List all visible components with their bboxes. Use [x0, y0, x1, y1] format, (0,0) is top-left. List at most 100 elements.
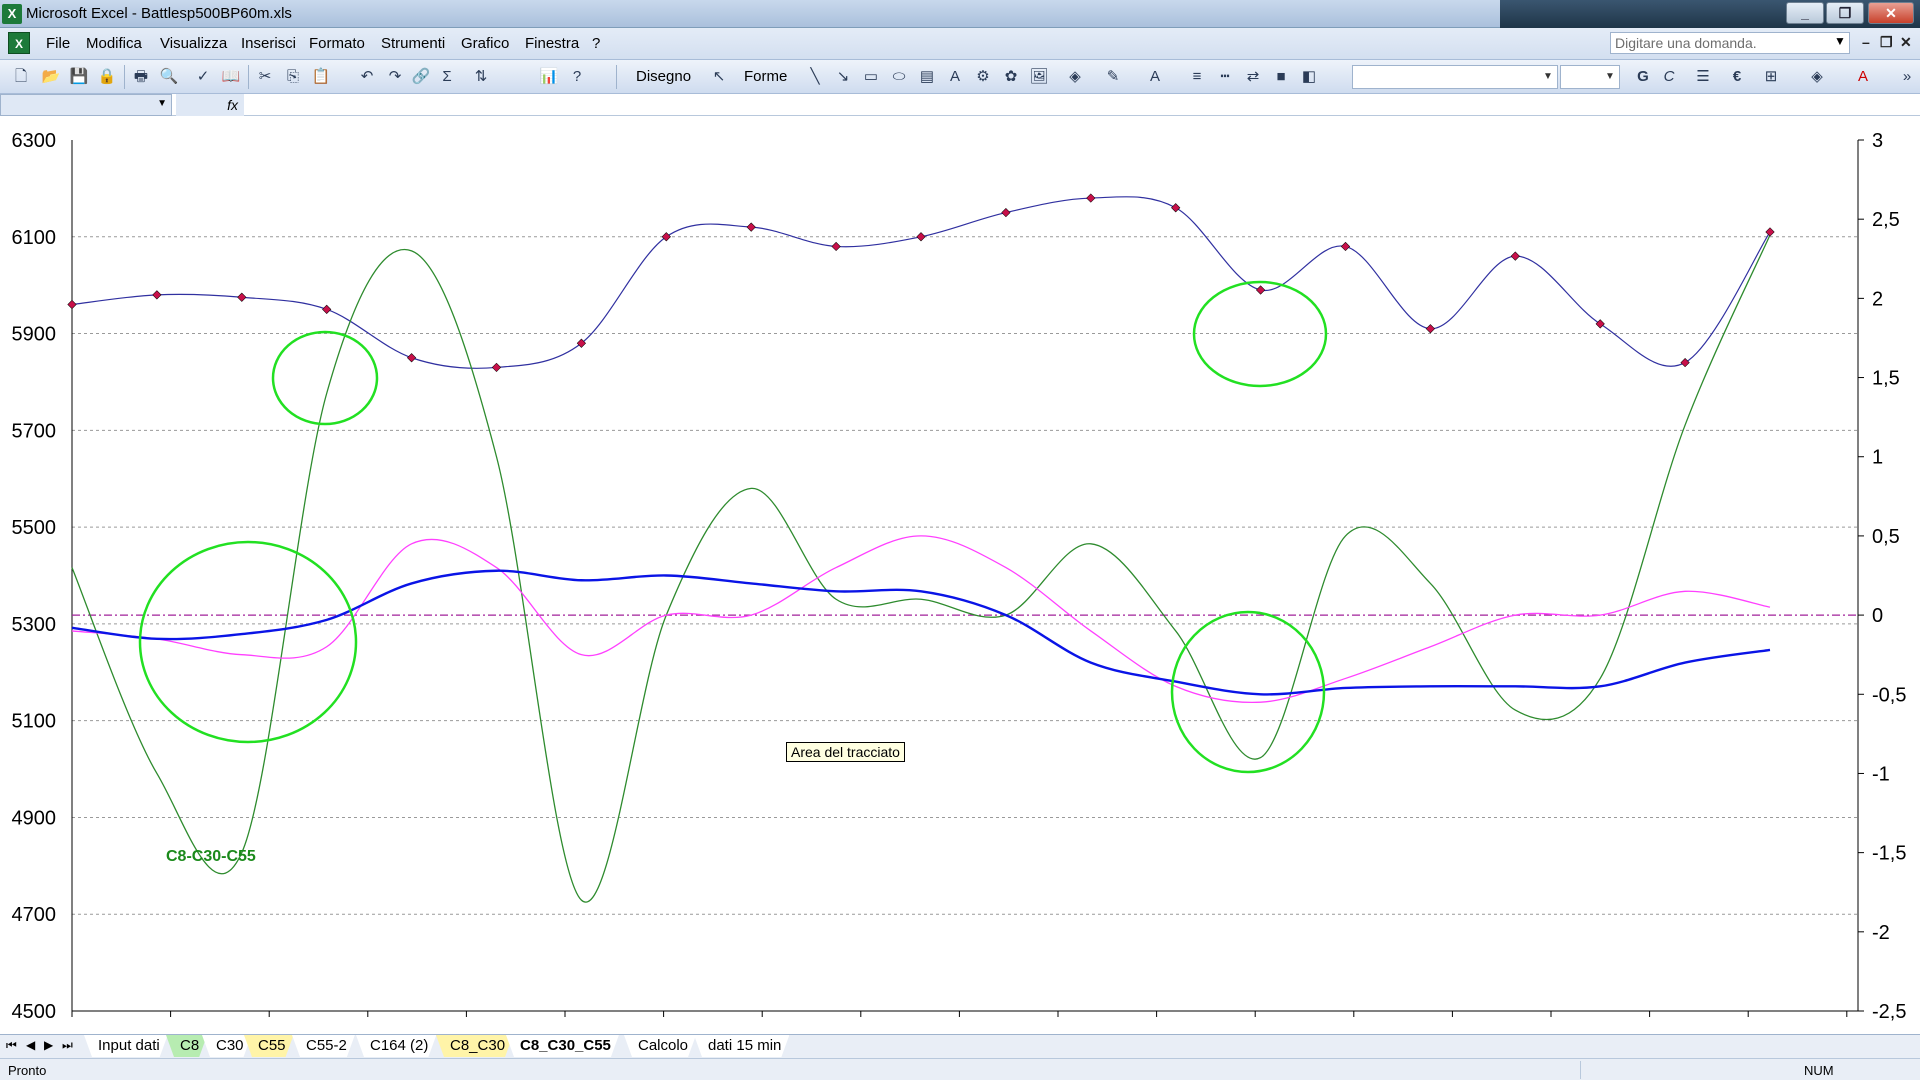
sheet-tab-c8[interactable]: C8	[166, 1035, 207, 1057]
sheet-tab-c8-c30-c55[interactable]: C8_C30_C55	[506, 1035, 619, 1057]
line-icon[interactable]: ╲	[804, 66, 826, 88]
picture-icon[interactable]: 🖼	[1028, 66, 1050, 88]
hyperlink-icon[interactable]: 🔗	[410, 66, 432, 88]
line-color-icon[interactable]: ✎	[1102, 66, 1124, 88]
right-tick-label: -0,5	[1872, 684, 1906, 706]
3d-icon[interactable]: ◧	[1298, 66, 1320, 88]
workbook-close-icon[interactable]: ✕	[1900, 34, 1912, 51]
select-objects-icon[interactable]: ↖	[708, 66, 730, 88]
sheet-tab-c55-2[interactable]: C55-2	[292, 1035, 355, 1057]
chart-area[interactable]: 6300 6100 5900 5700 5500 5300 5100 4900 4700 4500…	[0, 116, 1920, 1038]
left-tick-label: 4700	[12, 904, 57, 926]
help-search-input[interactable]: Digitare una domanda.	[1610, 32, 1850, 54]
next-sheet-icon[interactable]: ▶	[44, 1038, 53, 1052]
print-preview-icon[interactable]: 🔍	[158, 66, 180, 88]
menu-help[interactable]: ?	[592, 35, 600, 52]
oval-icon[interactable]: ⬭	[888, 66, 910, 88]
research-icon[interactable]: 📖	[220, 66, 242, 88]
draw-menu[interactable]: Disegno	[636, 68, 691, 85]
chart-plot[interactable]: 6300 6100 5900 5700 5500 5300 5100 4900 4700 4500…	[0, 116, 1920, 1038]
price-point	[1256, 285, 1266, 295]
chevron-down-icon: ▼	[1543, 71, 1553, 82]
undo-icon[interactable]: ↶	[356, 66, 378, 88]
help-dropdown-icon[interactable]: ▼	[1834, 34, 1846, 48]
italic-button[interactable]: C	[1658, 66, 1680, 88]
dash-style-icon[interactable]: ┅	[1214, 66, 1236, 88]
menu-finestra[interactable]: Finestra	[525, 35, 579, 52]
borders-icon[interactable]: ⊞	[1760, 66, 1782, 88]
left-tick-label: 4900	[12, 807, 57, 829]
sheet-tab-calcolo[interactable]: Calcolo	[624, 1035, 696, 1057]
price-point	[1680, 357, 1690, 368]
menu-visualizza[interactable]: Visualizza	[160, 35, 227, 52]
sort-icon[interactable]: ⇅	[470, 66, 492, 88]
fill-color-icon[interactable]: ◈	[1806, 66, 1828, 88]
textbox-icon[interactable]: ▤	[916, 66, 938, 88]
workbook-restore-icon[interactable]: ❐	[1880, 34, 1893, 51]
menu-file[interactable]: File	[46, 35, 70, 52]
prev-sheet-icon[interactable]: ◀	[26, 1038, 35, 1052]
font-name-select[interactable]: ▼	[1352, 65, 1558, 89]
wordart-icon[interactable]: A	[944, 66, 966, 88]
menu-inserisci[interactable]: Inserisci	[241, 35, 296, 52]
toolbar-options-icon[interactable]: »	[1896, 66, 1918, 88]
diagram-icon[interactable]: ⚙	[972, 66, 994, 88]
redo-icon[interactable]: ↷	[384, 66, 406, 88]
price-point	[1425, 324, 1435, 334]
price-point	[152, 290, 162, 300]
font-size-select[interactable]: ▼	[1560, 65, 1620, 89]
right-tick-label: -1	[1872, 763, 1890, 785]
right-tick-label: 1,5	[1872, 368, 1900, 390]
price-point	[1765, 227, 1775, 237]
euro-button[interactable]: €	[1726, 66, 1748, 88]
price-point	[1001, 207, 1011, 218]
cut-icon[interactable]: ✂	[254, 66, 276, 88]
help-icon[interactable]: ?	[566, 66, 588, 88]
sheet-tab-c8-c30[interactable]: C8_C30	[436, 1035, 513, 1057]
save-icon[interactable]: 💾	[68, 66, 90, 88]
first-sheet-icon[interactable]: ⏮	[6, 1038, 17, 1053]
shapes-menu[interactable]: Forme	[744, 68, 787, 85]
arrow-style-icon[interactable]: ⇄	[1242, 66, 1264, 88]
new-icon[interactable]: 🗋	[10, 66, 32, 88]
menu-modifica[interactable]: Modifica	[86, 35, 142, 52]
sheet-tab-dati-15-min[interactable]: dati 15 min	[694, 1035, 789, 1057]
menu-formato[interactable]: Formato	[309, 35, 365, 52]
workbook-icon[interactable]: X	[8, 32, 30, 54]
fx-icon[interactable]: fx	[176, 94, 244, 116]
menu-strumenti[interactable]: Strumenti	[381, 35, 445, 52]
maximize-button[interactable]: ❐	[1826, 2, 1864, 24]
sheet-tab-c30[interactable]: C30	[202, 1035, 252, 1057]
arrow-icon[interactable]: ↘	[832, 66, 854, 88]
font-color-icon[interactable]: A	[1852, 66, 1874, 88]
print-icon[interactable]: 🖶	[130, 66, 152, 88]
sheet-tab-c164-2[interactable]: C164 (2)	[356, 1035, 436, 1057]
last-sheet-icon[interactable]: ⏭	[62, 1038, 73, 1053]
copy-icon[interactable]: ⎘	[282, 66, 304, 88]
shadow-icon[interactable]: ■	[1270, 66, 1292, 88]
align-icon[interactable]: ☰	[1692, 66, 1714, 88]
minimize-button[interactable]: _	[1786, 2, 1824, 24]
menu-grafico[interactable]: Grafico	[461, 35, 509, 52]
spelling-icon[interactable]: ✓	[192, 66, 214, 88]
right-tick-label: 0	[1872, 605, 1883, 627]
clipart-icon[interactable]: ✿	[1000, 66, 1022, 88]
workbook-minimize-icon[interactable]: –	[1862, 34, 1870, 50]
price-point	[1510, 251, 1520, 261]
permission-icon[interactable]: 🔒	[96, 66, 118, 88]
green-series-line	[71, 234, 1771, 903]
sheet-tab-c55[interactable]: C55	[244, 1035, 294, 1057]
close-button[interactable]: ✕	[1868, 2, 1914, 24]
line-style-icon[interactable]: ≡	[1186, 66, 1208, 88]
sheet-tab-input-dati[interactable]: Input dati	[84, 1035, 168, 1057]
open-icon[interactable]: 📂	[40, 66, 62, 88]
fill-color-icon[interactable]: ◈	[1064, 66, 1086, 88]
rectangle-icon[interactable]: ▭	[860, 66, 882, 88]
autosum-icon[interactable]: Σ	[436, 66, 458, 88]
bold-button[interactable]: G	[1632, 66, 1654, 88]
paste-icon[interactable]: 📋	[310, 66, 332, 88]
chart-wizard-icon[interactable]: 📊	[538, 66, 560, 88]
price-point	[67, 299, 77, 310]
name-box[interactable]: ▼	[0, 94, 172, 116]
font-color-icon[interactable]: A	[1144, 66, 1166, 88]
